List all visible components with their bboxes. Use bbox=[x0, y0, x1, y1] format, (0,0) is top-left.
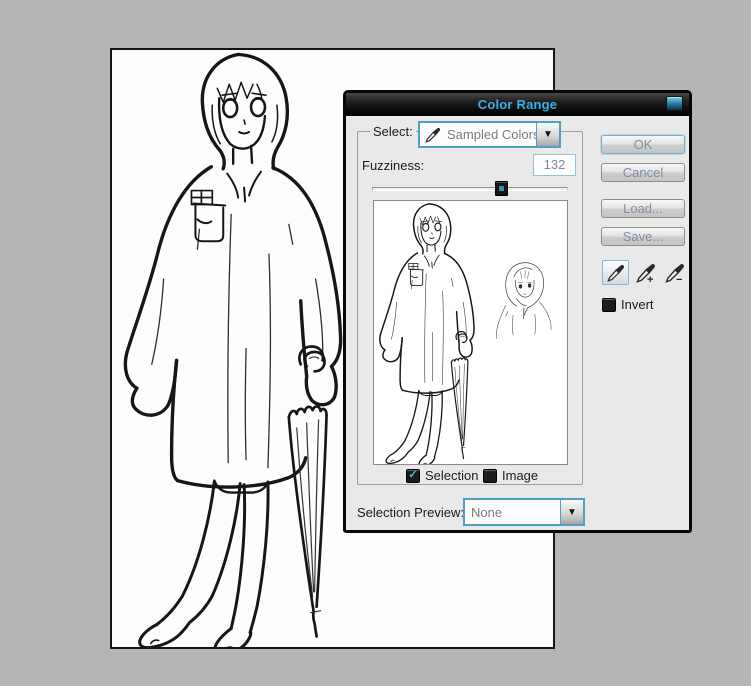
fuzziness-slider-track[interactable] bbox=[372, 187, 568, 191]
chevron-down-icon: ▼ bbox=[567, 507, 577, 518]
eyedropper-icon bbox=[425, 127, 441, 143]
fuzziness-input[interactable]: 132 bbox=[533, 154, 576, 176]
dialog-content: Select: Sampled Colors ▼ Fuzziness: 132 … bbox=[346, 116, 689, 530]
color-range-dialog: Color Range Select: Sampled Colors ▼ Fuz… bbox=[343, 90, 692, 533]
fuzziness-label: Fuzziness: bbox=[362, 158, 424, 173]
check-icon: ✓ bbox=[408, 470, 417, 481]
select-dropdown-value: Sampled Colors bbox=[441, 127, 536, 142]
select-dropdown-arrow[interactable]: ▼ bbox=[536, 123, 559, 146]
load-button[interactable]: Load... bbox=[601, 199, 685, 218]
selection-checkbox-label: Selection bbox=[425, 468, 478, 483]
dialog-title: Color Range bbox=[478, 97, 557, 112]
save-button[interactable]: Save... bbox=[601, 227, 685, 246]
preview-line-art bbox=[374, 201, 567, 464]
fuzziness-slider-handle[interactable] bbox=[495, 181, 508, 196]
chevron-down-icon: ▼ bbox=[543, 129, 553, 140]
cancel-button[interactable]: Cancel bbox=[601, 163, 685, 182]
select-dropdown[interactable]: Sampled Colors ▼ bbox=[418, 121, 561, 148]
window-control-icon[interactable] bbox=[666, 96, 683, 111]
image-checkbox-label: Image bbox=[502, 468, 538, 483]
selection-preview-arrow[interactable]: ▼ bbox=[560, 500, 583, 524]
selection-preview-value: None bbox=[465, 505, 560, 520]
image-checkbox[interactable] bbox=[483, 469, 497, 483]
plus-sign: + bbox=[647, 274, 653, 286]
selection-preview-dropdown[interactable]: None ▼ bbox=[463, 498, 585, 526]
dialog-titlebar[interactable]: Color Range bbox=[346, 93, 689, 116]
eyedropper-icon bbox=[607, 264, 625, 282]
invert-checkbox[interactable] bbox=[602, 298, 616, 312]
select-label: Select: bbox=[370, 124, 416, 139]
eyedropper-tool-selected[interactable] bbox=[602, 260, 629, 285]
minus-sign: − bbox=[676, 274, 682, 286]
selection-preview-thumbnail[interactable] bbox=[373, 200, 568, 465]
ok-button[interactable]: OK bbox=[601, 135, 685, 154]
selection-checkbox[interactable]: ✓ bbox=[406, 469, 420, 483]
selection-preview-label: Selection Preview: bbox=[357, 505, 464, 520]
invert-label: Invert bbox=[621, 297, 654, 312]
